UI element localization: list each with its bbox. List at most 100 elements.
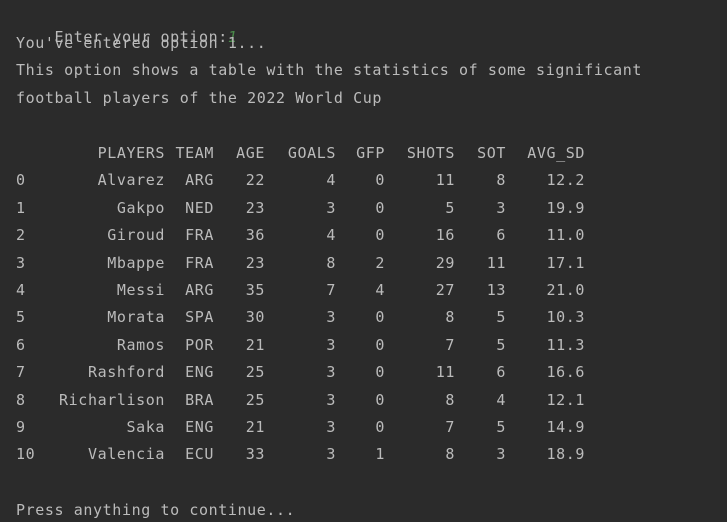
table-header-age: AGE bbox=[236, 144, 265, 162]
table-cell-sot: 8 bbox=[496, 171, 506, 190]
table-cell-gfp: 0 bbox=[375, 418, 385, 436]
table-cell-shots: 27 bbox=[435, 281, 455, 299]
table-cell-team: ENG bbox=[185, 363, 214, 382]
table-cell-age: 30 bbox=[245, 308, 265, 327]
table-cell-players: Saka bbox=[126, 418, 165, 436]
table-cell-team: NED bbox=[185, 198, 214, 217]
table-cell-gfp: 0 bbox=[375, 171, 385, 190]
message-line: You've entered option 1... bbox=[16, 34, 267, 52]
table-cell-gfp: 0 bbox=[375, 226, 385, 245]
table-header-team: TEAM bbox=[175, 144, 214, 162]
table-cell-team: POR bbox=[185, 335, 214, 354]
table-cell-shots: 7 bbox=[445, 335, 455, 354]
table-cell-avg_sd: 16.6 bbox=[546, 363, 585, 382]
table-cell-goals: 3 bbox=[326, 198, 336, 217]
table-cell-shots: 11 bbox=[435, 363, 455, 382]
table-cell-avg_sd: 21.0 bbox=[546, 281, 585, 299]
table-cell-shots: 16 bbox=[435, 226, 455, 245]
table-cell-team: ECU bbox=[185, 445, 214, 464]
table-cell-avg_sd: 11.3 bbox=[546, 335, 585, 354]
table-cell-gfp: 0 bbox=[375, 390, 385, 409]
table-cell-players: Ramos bbox=[116, 335, 165, 354]
table-header-avg_sd: AVG_SD bbox=[527, 144, 585, 162]
table-cell-gfp: 0 bbox=[375, 198, 385, 217]
table-cell-shots: 8 bbox=[445, 445, 455, 464]
table-cell-players: Gakpo bbox=[116, 198, 165, 217]
table-cell-players: Mbappe bbox=[107, 253, 165, 272]
table-cell-goals: 3 bbox=[326, 335, 336, 354]
table-header-players: PLAYERS bbox=[97, 144, 165, 162]
row-index: 1 bbox=[16, 198, 26, 217]
table-cell-sot: 3 bbox=[496, 198, 506, 217]
row-index: 3 bbox=[16, 253, 26, 272]
message-line: football players of the 2022 World Cup bbox=[16, 89, 382, 107]
table-header-gfp: GFP bbox=[356, 144, 385, 162]
table-cell-sot: 13 bbox=[486, 281, 506, 299]
table-cell-age: 33 bbox=[245, 445, 265, 464]
table-cell-shots: 5 bbox=[445, 198, 455, 217]
table-cell-avg_sd: 18.9 bbox=[546, 445, 585, 464]
table-header-sot: SOT bbox=[477, 144, 506, 162]
table-cell-avg_sd: 17.1 bbox=[546, 253, 585, 272]
table-cell-age: 22 bbox=[245, 171, 265, 190]
table-cell-team: FRA bbox=[185, 226, 214, 245]
table-header-goals: GOALS bbox=[287, 144, 336, 162]
table-cell-sot: 5 bbox=[496, 308, 506, 327]
table-cell-avg_sd: 12.2 bbox=[546, 171, 585, 190]
row-index: 5 bbox=[16, 308, 26, 327]
table-cell-players: Alvarez bbox=[97, 171, 165, 190]
table-cell-team: BRA bbox=[185, 390, 214, 409]
terminal-output[interactable]: Enter your option:1 You've entered optio… bbox=[0, 0, 727, 522]
table-cell-players: Giroud bbox=[107, 226, 165, 245]
table-cell-shots: 7 bbox=[445, 418, 455, 436]
table-cell-age: 25 bbox=[245, 363, 265, 382]
table-cell-age: 23 bbox=[245, 253, 265, 272]
table-cell-goals: 3 bbox=[326, 308, 336, 327]
table-cell-players: Valencia bbox=[87, 445, 165, 464]
table-cell-shots: 29 bbox=[435, 253, 455, 272]
table-cell-gfp: 0 bbox=[375, 363, 385, 382]
table-cell-sot: 11 bbox=[486, 253, 506, 272]
table-cell-avg_sd: 10.3 bbox=[546, 308, 585, 327]
table-cell-goals: 3 bbox=[326, 390, 336, 409]
table-cell-age: 35 bbox=[245, 281, 265, 299]
table-cell-gfp: 2 bbox=[375, 253, 385, 272]
table-cell-players: Richarlison bbox=[59, 390, 165, 409]
continue-prompt: Press anything to continue... bbox=[16, 501, 296, 519]
table-cell-gfp: 4 bbox=[375, 281, 385, 299]
table-cell-age: 21 bbox=[245, 418, 265, 436]
table-cell-goals: 4 bbox=[326, 226, 336, 245]
row-index: 7 bbox=[16, 363, 26, 382]
table-cell-sot: 6 bbox=[496, 363, 506, 382]
table-cell-age: 23 bbox=[245, 198, 265, 217]
table-cell-avg_sd: 11.0 bbox=[546, 226, 585, 245]
table-cell-team: FRA bbox=[185, 253, 214, 272]
prompt-line: Enter your option:1 bbox=[16, 4, 238, 46]
table-cell-goals: 8 bbox=[326, 253, 336, 272]
table-header-shots: SHOTS bbox=[406, 144, 455, 162]
table-cell-team: ARG bbox=[185, 171, 214, 190]
message-line: This option shows a table with the stati… bbox=[16, 61, 642, 79]
table-cell-goals: 4 bbox=[326, 171, 336, 190]
table-cell-goals: 3 bbox=[326, 445, 336, 464]
table-cell-age: 21 bbox=[245, 335, 265, 354]
table-cell-goals: 3 bbox=[326, 363, 336, 382]
row-index: 8 bbox=[16, 390, 26, 409]
table-cell-players: Messi bbox=[116, 281, 165, 299]
row-index: 2 bbox=[16, 226, 26, 245]
table-cell-avg_sd: 19.9 bbox=[546, 198, 585, 217]
row-index: 6 bbox=[16, 335, 26, 354]
table-cell-sot: 5 bbox=[496, 335, 506, 354]
row-index: 10 bbox=[16, 445, 36, 464]
table-cell-team: SPA bbox=[185, 308, 214, 327]
table-cell-sot: 6 bbox=[496, 226, 506, 245]
table-cell-sot: 4 bbox=[496, 390, 506, 409]
table-cell-avg_sd: 12.1 bbox=[546, 390, 585, 409]
table-cell-team: ENG bbox=[185, 418, 214, 436]
table-cell-gfp: 0 bbox=[375, 308, 385, 327]
table-cell-shots: 8 bbox=[445, 308, 455, 327]
table-cell-shots: 11 bbox=[435, 171, 455, 190]
table-cell-gfp: 0 bbox=[375, 335, 385, 354]
table-cell-avg_sd: 14.9 bbox=[546, 418, 585, 436]
table-cell-shots: 8 bbox=[445, 390, 455, 409]
